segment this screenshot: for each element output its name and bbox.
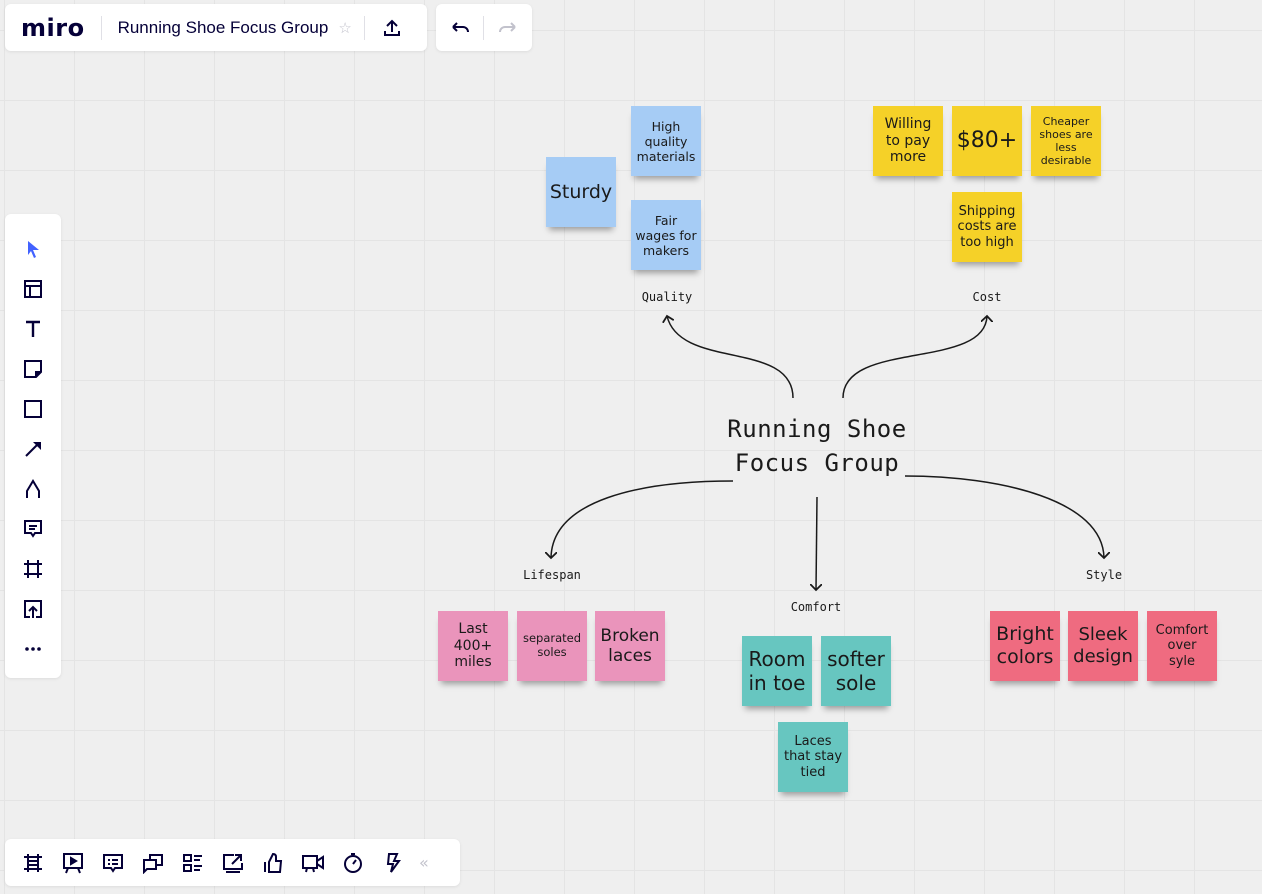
tool-upload[interactable] [13,589,53,629]
tool-select[interactable] [13,229,53,269]
undo-button[interactable] [436,8,483,48]
center-topic[interactable]: Running Shoe Focus Group [727,412,906,480]
presentation-button[interactable] [53,843,93,883]
tool-pen[interactable] [13,469,53,509]
tool-shape[interactable] [13,389,53,429]
square-icon [24,400,42,418]
arrow-icon [25,442,41,457]
template-icon [24,280,42,298]
tool-frame[interactable] [13,549,53,589]
share-screen-icon [223,853,243,873]
export-button[interactable] [365,8,419,48]
sticky-note[interactable]: Sturdy [546,157,616,227]
connector-cost[interactable] [842,316,987,399]
text-icon [26,320,40,337]
tool-more[interactable] [13,629,53,669]
category-label-comfort[interactable]: Comfort [791,600,842,614]
connector-comfort[interactable] [816,496,817,590]
frames-icon [24,853,42,872]
top-bar: miro Running Shoe Focus Group ☆ [5,4,427,51]
comments-icon [103,853,123,873]
upload-icon [383,19,400,36]
share-screen-button[interactable] [213,843,253,883]
redo-icon [498,21,516,32]
lightning-icon [386,852,401,873]
tool-connection-line[interactable] [13,429,53,469]
timer-icon [344,852,362,873]
video-icon [302,854,324,872]
cards-icon [183,853,202,872]
connector-style[interactable] [904,475,1104,558]
sticky-note[interactable]: $80+ [952,106,1022,176]
tool-comment[interactable] [13,509,53,549]
pen-icon [26,479,40,498]
sticky-note[interactable]: High quality materials [631,106,701,176]
sticky-note[interactable]: Comfort over syle [1147,611,1217,681]
sticky-note[interactable]: softer sole [821,636,891,706]
tool-templates[interactable] [13,269,53,309]
voting-button[interactable] [253,843,293,883]
tool-sticky-note[interactable] [13,349,53,389]
sticky-note[interactable]: Last 400+ miles [438,611,508,681]
chat-icon [143,853,163,874]
category-label-style[interactable]: Style [1086,568,1122,582]
connector-quality[interactable] [667,316,794,399]
video-call-button[interactable] [293,843,333,883]
thumbs-up-icon [264,852,283,873]
sticky-note[interactable]: Sleek design [1068,611,1138,681]
tool-text[interactable] [13,309,53,349]
connector-lifespan[interactable] [551,480,734,558]
undo-redo-bar [436,4,532,51]
sticky-note[interactable]: Fair wages for makers [631,200,701,270]
activity-button[interactable] [373,843,413,883]
chat-button[interactable] [133,843,173,883]
sticky-note[interactable]: Room in toe [742,636,812,706]
more-icon [25,647,41,651]
category-label-cost[interactable]: Cost [973,290,1002,304]
sticky-note-icon [24,360,42,378]
comments-button[interactable] [93,843,133,883]
undo-icon [451,21,469,32]
cards-button[interactable] [173,843,213,883]
presentation-icon [63,852,83,873]
sticky-note[interactable]: Willing to pay more [873,106,943,176]
sticky-note[interactable]: Cheaper shoes are less desirable [1031,106,1101,176]
divider [100,15,102,40]
miro-logo[interactable]: miro [21,14,85,42]
category-label-quality[interactable]: Quality [642,290,693,304]
frames-button[interactable] [13,843,53,883]
sticky-note[interactable]: Laces that stay tied [778,722,848,792]
left-toolbar [5,214,61,678]
star-icon[interactable]: ☆ [338,19,351,37]
collapse-toolbar-button[interactable]: « [419,853,429,872]
bottom-toolbar: « [5,839,460,886]
sticky-note[interactable]: separated soles [517,611,587,681]
comment-icon [24,520,42,538]
timer-button[interactable] [333,843,373,883]
sticky-note[interactable]: Shipping costs are too high [952,192,1022,262]
category-label-lifespan[interactable]: Lifespan [523,568,581,582]
sticky-note[interactable]: Broken laces [595,611,665,681]
board-title[interactable]: Running Shoe Focus Group [118,18,329,38]
sticky-note[interactable]: Bright colors [990,611,1060,681]
cursor-icon [28,241,39,258]
frame-icon [24,560,42,578]
upload-icon [24,600,42,618]
redo-button[interactable] [484,8,531,48]
